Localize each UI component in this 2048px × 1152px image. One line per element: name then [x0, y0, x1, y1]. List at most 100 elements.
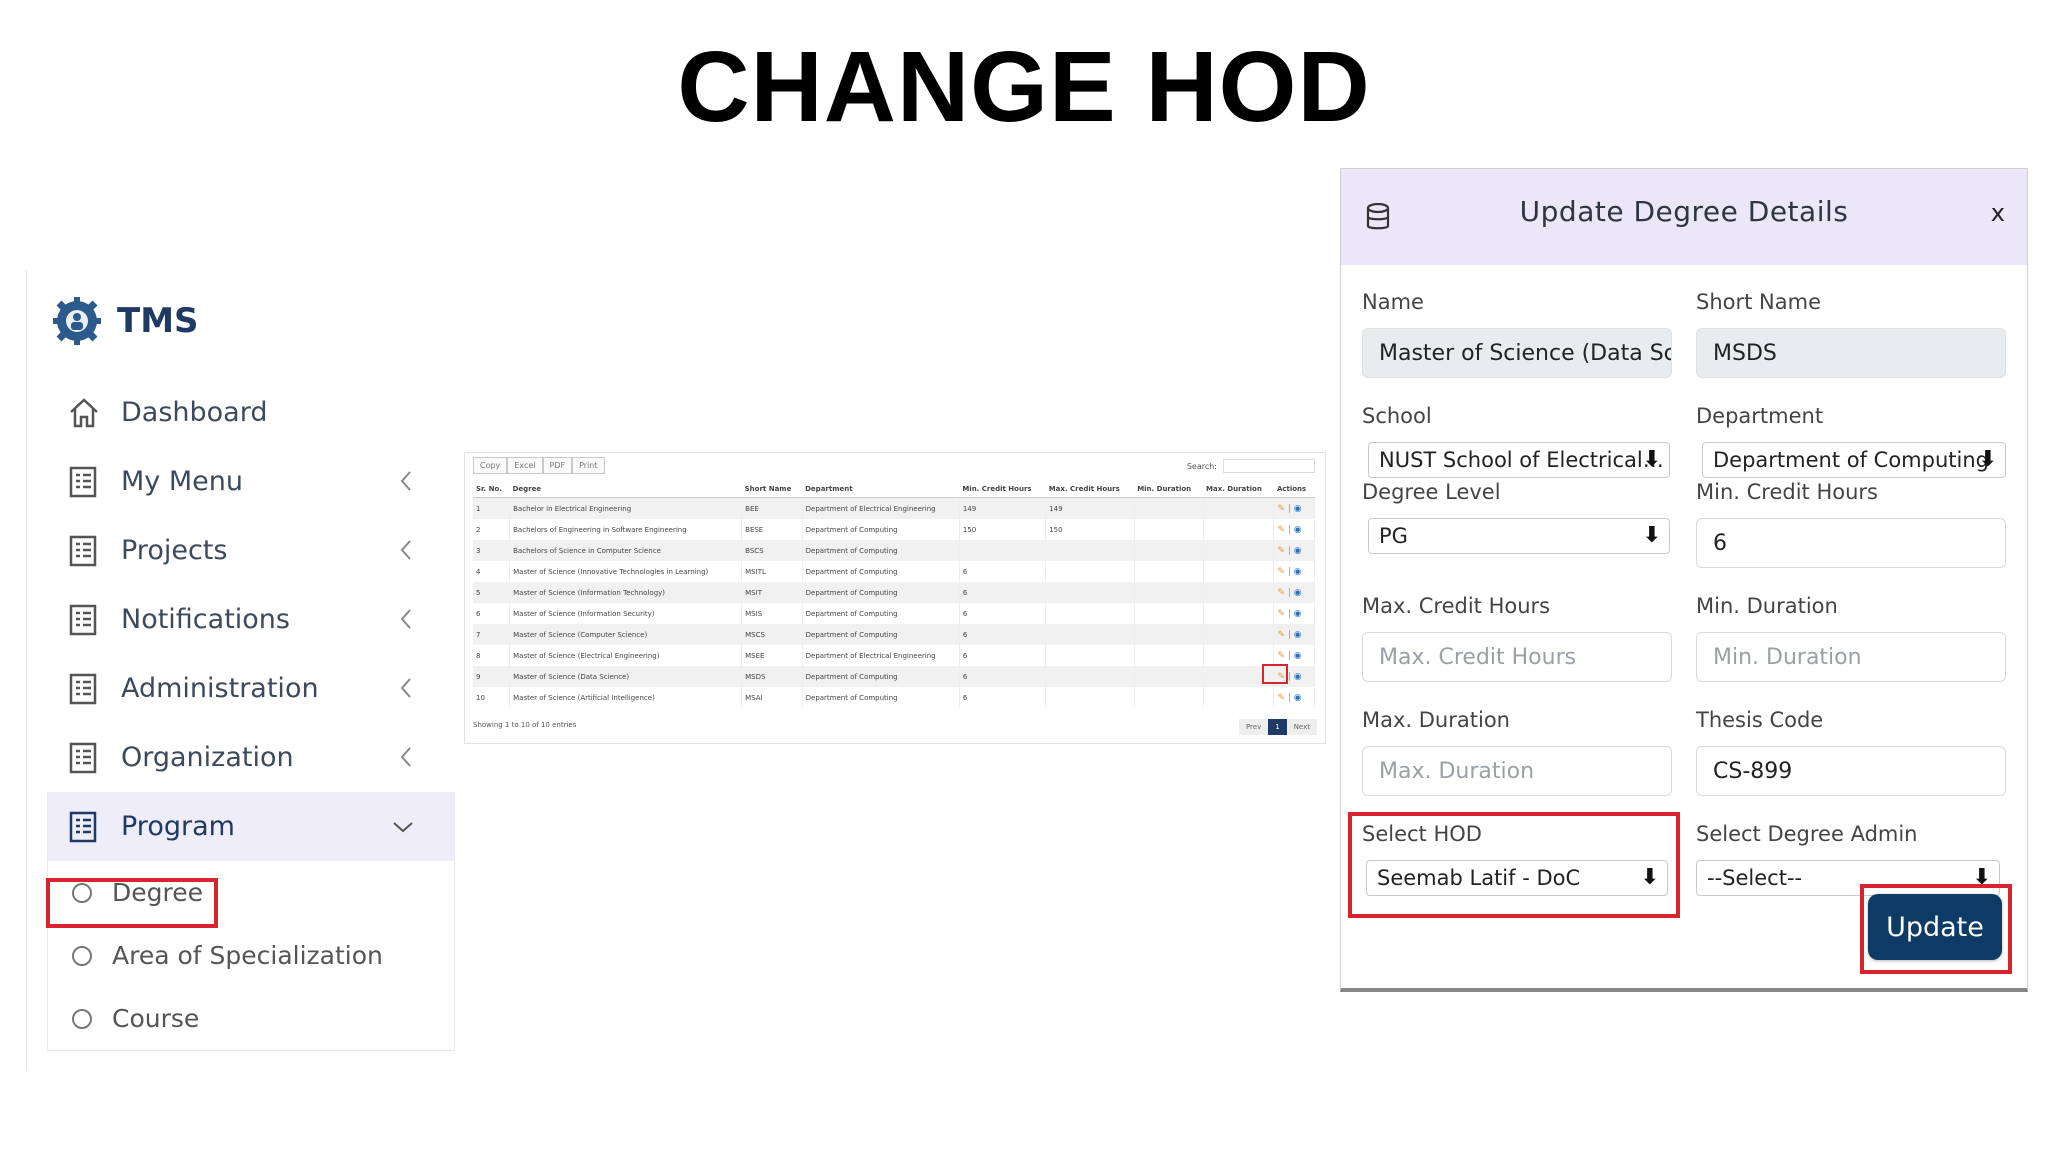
sidebar-item-notifications[interactable]: Notifications — [47, 585, 455, 654]
excel-button[interactable]: Excel — [507, 457, 543, 474]
list-icon — [69, 535, 97, 566]
sidebar-item-label: Dashboard — [121, 397, 268, 428]
view-icon[interactable]: ◉ — [1294, 588, 1302, 598]
edit-icon[interactable]: ✎ — [1277, 525, 1285, 535]
highlight-edit-action — [1262, 664, 1288, 684]
table-cell: 6 — [959, 561, 1047, 582]
table-cell: MSIT — [741, 582, 803, 603]
view-icon[interactable]: ◉ — [1294, 546, 1302, 556]
sidebar-item-administration[interactable]: Administration — [47, 654, 455, 723]
modal-title: Update Degree Details — [1519, 195, 1849, 228]
col-header[interactable]: Sr. No. — [473, 481, 510, 498]
edit-icon[interactable]: ✎ — [1277, 546, 1285, 556]
col-header[interactable]: Short Name — [741, 481, 803, 498]
sidebar-item-program[interactable]: Program — [47, 792, 455, 861]
sidebar-subitem-course[interactable]: Course — [48, 987, 454, 1050]
table-cell: Master of Science (Innovative Technologi… — [509, 561, 743, 582]
sidebar-item-projects[interactable]: Projects — [47, 516, 455, 585]
table-cell: 6 — [473, 603, 511, 624]
next-button[interactable]: Next — [1286, 719, 1317, 735]
table-cell: 150 — [1045, 519, 1135, 540]
edit-icon[interactable]: ✎ — [1277, 630, 1285, 640]
col-header[interactable]: Min. Credit Hours — [959, 481, 1046, 498]
edit-icon[interactable]: ✎ — [1277, 693, 1285, 703]
list-icon — [69, 742, 97, 773]
view-icon[interactable]: ◉ — [1294, 651, 1302, 661]
table-cell — [1045, 582, 1135, 603]
view-icon[interactable]: ◉ — [1294, 630, 1302, 640]
table-cell — [1134, 645, 1204, 666]
table-cell: Master of Science (Data Science) — [509, 666, 743, 687]
table-row: 1 Bachelor in Electrical Engineering BEE De… — [473, 497, 1315, 519]
sidebar-item-dashboard[interactable]: Dashboard — [47, 378, 455, 447]
sidebar-subitem-area-of-specialization[interactable]: Area of Specialization — [48, 924, 454, 987]
row-actions: ✎ | ◉ — [1273, 624, 1315, 645]
short-name-label: Short Name — [1696, 290, 1821, 314]
view-icon[interactable]: ◉ — [1294, 609, 1302, 619]
highlight-degree — [46, 878, 218, 928]
copy-button[interactable]: Copy — [473, 457, 508, 474]
pdf-button[interactable]: PDF — [542, 457, 573, 474]
col-header[interactable]: Max. Duration — [1203, 481, 1274, 498]
edit-icon[interactable]: ✎ — [1277, 609, 1285, 619]
table-cell — [1045, 603, 1135, 624]
view-icon[interactable]: ◉ — [1294, 672, 1302, 682]
table-cell: Department of Computing — [802, 561, 960, 582]
thesis-code-field[interactable]: CS-899 — [1696, 746, 2006, 796]
edit-icon[interactable]: ✎ — [1277, 588, 1285, 598]
table-cell — [1134, 519, 1204, 540]
table-cell — [1045, 561, 1135, 582]
max-duration-field[interactable]: Max. Duration — [1362, 746, 1672, 796]
separator: | — [1284, 692, 1294, 703]
table-cell — [1134, 540, 1204, 561]
table-cell — [1134, 603, 1204, 624]
close-button[interactable]: x — [1991, 199, 2005, 227]
degree-level-select-value: PG — [1379, 524, 1408, 548]
sidebar-item-organization[interactable]: Organization — [47, 723, 455, 792]
min-duration-field[interactable]: Min. Duration — [1696, 632, 2006, 682]
search-label: Search: — [1186, 461, 1217, 471]
brand[interactable]: TMS — [53, 296, 199, 346]
table-cell: BESE — [741, 519, 803, 540]
table-cell: 6 — [959, 645, 1047, 666]
view-icon[interactable]: ◉ — [1294, 525, 1302, 535]
view-icon[interactable]: ◉ — [1294, 693, 1302, 703]
view-icon[interactable]: ◉ — [1294, 567, 1302, 577]
home-icon — [70, 397, 98, 427]
table-row: 10 Master of Science (Artificial Intellig… — [473, 687, 1315, 708]
prev-button[interactable]: Prev — [1238, 719, 1269, 735]
table-cell: Department of Computing — [802, 666, 960, 687]
edit-icon[interactable]: ✎ — [1277, 651, 1285, 661]
school-select[interactable]: NUST School of Electrical… ⬇ — [1368, 442, 1670, 478]
sidebar-item-label: Projects — [121, 535, 228, 566]
page-1-button[interactable]: 1 — [1268, 719, 1287, 735]
list-icon — [69, 673, 97, 704]
table-cell: 6 — [959, 624, 1047, 645]
view-icon[interactable]: ◉ — [1294, 504, 1302, 514]
min-credit-field[interactable]: 6 — [1696, 518, 2006, 568]
search-input[interactable] — [1223, 459, 1315, 473]
col-header[interactable]: Degree — [509, 481, 742, 498]
name-field[interactable]: Master of Science (Data Sci — [1362, 328, 1672, 378]
table-cell — [1045, 624, 1135, 645]
col-header[interactable]: Department — [802, 481, 960, 498]
sidebar-item-my-menu[interactable]: My Menu — [47, 447, 455, 516]
max-duration-label: Max. Duration — [1362, 708, 1510, 732]
table-cell: 6 — [959, 687, 1047, 708]
list-icon — [69, 604, 97, 635]
degree-level-select[interactable]: PG ⬇ — [1368, 518, 1670, 554]
max-credit-field[interactable]: Max. Credit Hours — [1362, 632, 1672, 682]
table-cell — [1203, 645, 1275, 666]
table-cell: MSEE — [741, 645, 803, 666]
edit-icon[interactable]: ✎ — [1277, 504, 1285, 514]
table-cell: BEE — [741, 497, 803, 519]
table-row: 3 Bachelors of Science in Computer Scienc… — [473, 540, 1315, 561]
col-header[interactable]: Min. Duration — [1134, 481, 1203, 498]
table-info: Showing 1 to 10 of 10 entries — [473, 721, 577, 729]
department-select[interactable]: Department of Computing ⬇ — [1702, 442, 2006, 478]
col-header[interactable]: Max. Credit Hours — [1045, 481, 1135, 498]
edit-icon[interactable]: ✎ — [1277, 567, 1285, 577]
print-button[interactable]: Print — [572, 457, 605, 474]
short-name-field[interactable]: MSDS — [1696, 328, 2006, 378]
school-label: School — [1362, 404, 1432, 428]
